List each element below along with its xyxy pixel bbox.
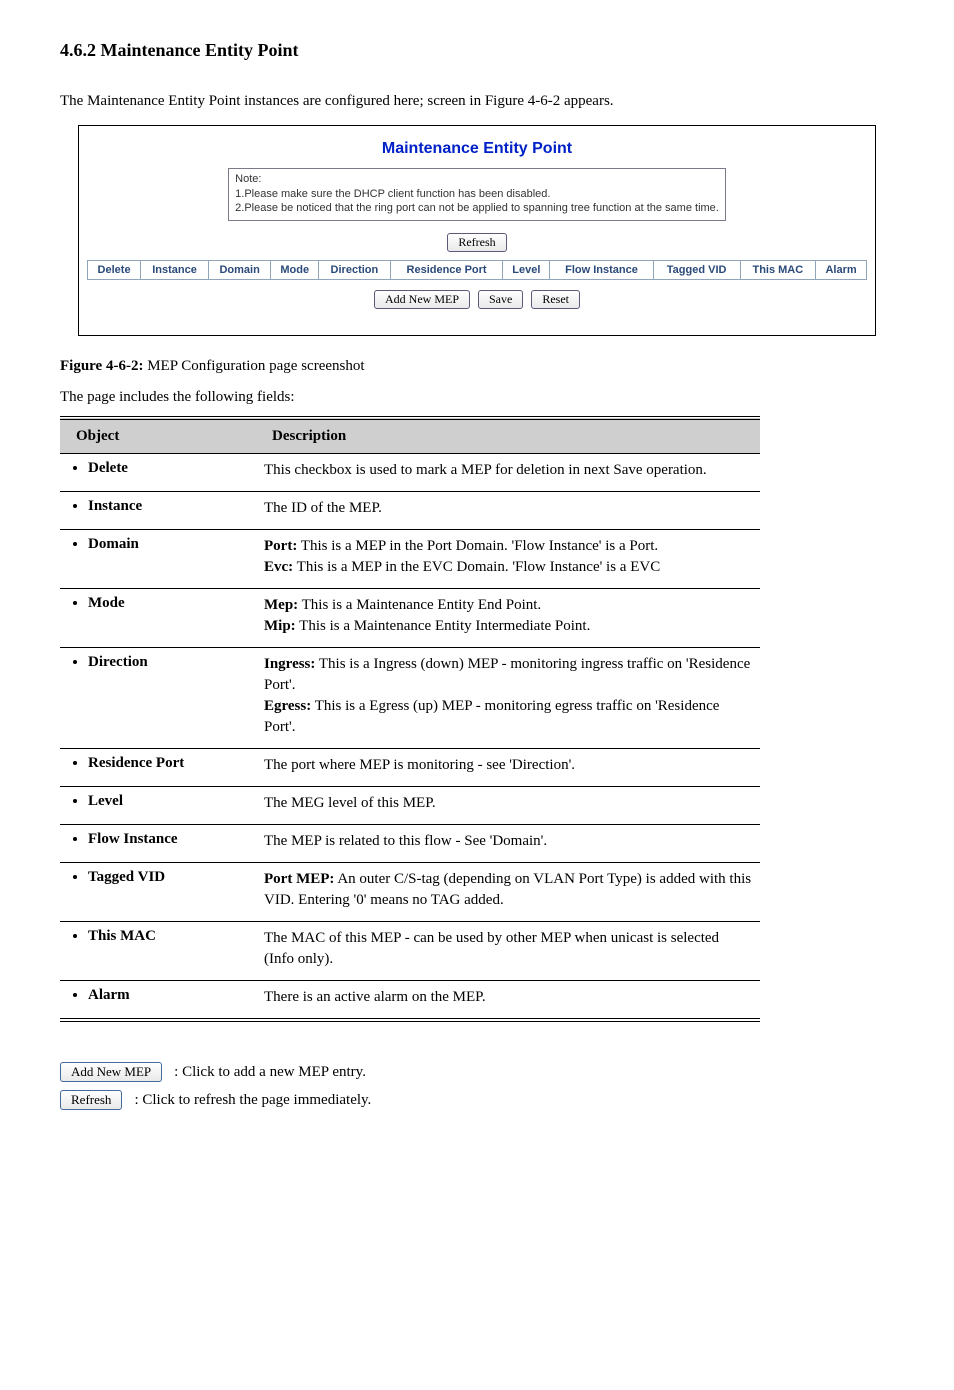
ref-object-direction: Direction xyxy=(60,648,256,749)
table-row: This MACThe MAC of this MEP - can be use… xyxy=(60,922,760,981)
ref-desc-domain: Port: This is a MEP in the Port Domain. … xyxy=(256,530,760,589)
refresh-desc: : Click to refresh the page immediately. xyxy=(134,1092,371,1109)
ref-desc-instance: The ID of the MEP. xyxy=(256,492,760,530)
ref-object-flow-instance: Flow Instance xyxy=(60,825,256,863)
ref-desc-mode: Mep: This is a Maintenance Entity End Po… xyxy=(256,589,760,648)
ref-object-mode: Mode xyxy=(60,589,256,648)
mep-title: Maintenance Entity Point xyxy=(87,140,867,158)
ref-desc-flow-instance: The MEP is related to this flow - See 'D… xyxy=(256,825,760,863)
note-line-2: 2.Please be noticed that the ring port c… xyxy=(235,202,719,214)
mep-col-mode: Mode xyxy=(271,261,319,280)
mep-col-tagged-vid: Tagged VID xyxy=(653,261,740,280)
add-desc: : Click to add a new MEP entry. xyxy=(174,1064,366,1081)
table-row: DomainPort: This is a MEP in the Port Do… xyxy=(60,530,760,589)
ref-object-tagged-vid: Tagged VID xyxy=(60,863,256,922)
ref-head-description: Description xyxy=(256,418,760,454)
ref-desc-tagged-vid: Port MEP: An outer C/S-tag (depending on… xyxy=(256,863,760,922)
mep-col-residence-port: Residence Port xyxy=(390,261,503,280)
mep-col-level: Level xyxy=(503,261,550,280)
ref-desc-direction: Ingress: This is a Ingress (down) MEP - … xyxy=(256,648,760,749)
mep-col-alarm: Alarm xyxy=(816,261,867,280)
ref-head-object: Object xyxy=(60,418,256,454)
note-line-1: 1.Please make sure the DHCP client funct… xyxy=(235,188,550,200)
reset-button[interactable]: Reset xyxy=(531,290,580,309)
add-new-mep-button[interactable]: Add New MEP xyxy=(374,290,470,309)
mep-screenshot: Maintenance Entity Point Note: 1.Please … xyxy=(78,125,876,337)
refresh-button[interactable]: Refresh xyxy=(447,233,506,252)
table-row: Residence PortThe port where MEP is moni… xyxy=(60,749,760,787)
intro-text: The Maintenance Entity Point instances a… xyxy=(60,91,894,113)
table-row: Tagged VIDPort MEP: An outer C/S-tag (de… xyxy=(60,863,760,922)
ref-desc-alarm: There is an active alarm on the MEP. xyxy=(256,981,760,1021)
refresh-inline-button[interactable]: Refresh xyxy=(60,1090,122,1110)
mep-col-flow-instance: Flow Instance xyxy=(550,261,653,280)
add-new-mep-inline-button[interactable]: Add New MEP xyxy=(60,1062,162,1082)
note-head: Note: xyxy=(235,172,719,187)
ref-object-this-mac: This MAC xyxy=(60,922,256,981)
table-row: DirectionIngress: This is a Ingress (dow… xyxy=(60,648,760,749)
table-row: Flow InstanceThe MEP is related to this … xyxy=(60,825,760,863)
ref-object-alarm: Alarm xyxy=(60,981,256,1021)
ref-object-delete: Delete xyxy=(60,454,256,492)
mep-table: DeleteInstanceDomainModeDirectionResiden… xyxy=(87,260,867,280)
table-row: LevelThe MEG level of this MEP. xyxy=(60,787,760,825)
mep-col-this-mac: This MAC xyxy=(740,261,816,280)
ref-object-level: Level xyxy=(60,787,256,825)
mep-col-delete: Delete xyxy=(88,261,141,280)
mep-col-instance: Instance xyxy=(141,261,209,280)
mep-header-row: DeleteInstanceDomainModeDirectionResiden… xyxy=(88,261,867,280)
section-heading: 4.6.2 Maintenance Entity Point xyxy=(60,40,894,61)
ref-object-domain: Domain xyxy=(60,530,256,589)
reference-table: Object Description DeleteThis checkbox i… xyxy=(60,416,760,1022)
figure-caption: Figure 4-6-2: MEP Configuration page scr… xyxy=(60,358,894,375)
ref-object-residence-port: Residence Port xyxy=(60,749,256,787)
ref-intro: The page includes the following fields: xyxy=(60,389,894,406)
mep-col-domain: Domain xyxy=(208,261,270,280)
save-button[interactable]: Save xyxy=(478,290,523,309)
ref-desc-this-mac: The MAC of this MEP - can be used by oth… xyxy=(256,922,760,981)
ref-object-instance: Instance xyxy=(60,492,256,530)
table-row: AlarmThere is an active alarm on the MEP… xyxy=(60,981,760,1021)
table-row: InstanceThe ID of the MEP. xyxy=(60,492,760,530)
table-row: DeleteThis checkbox is used to mark a ME… xyxy=(60,454,760,492)
ref-desc-residence-port: The port where MEP is monitoring - see '… xyxy=(256,749,760,787)
table-row: ModeMep: This is a Maintenance Entity En… xyxy=(60,589,760,648)
ref-desc-delete: This checkbox is used to mark a MEP for … xyxy=(256,454,760,492)
mep-col-direction: Direction xyxy=(319,261,391,280)
ref-desc-level: The MEG level of this MEP. xyxy=(256,787,760,825)
note-box: Note: 1.Please make sure the DHCP client… xyxy=(228,168,726,222)
